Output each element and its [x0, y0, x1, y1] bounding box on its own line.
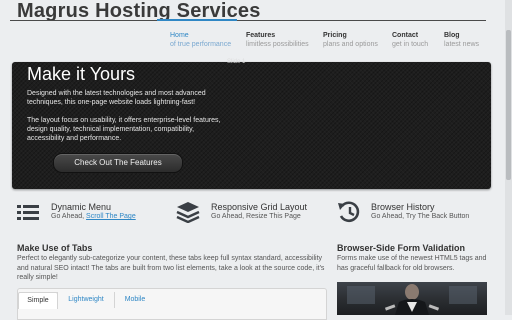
feature-dynamic-menu-prefix: Go Ahead, [51, 213, 87, 220]
hero-paragraph-1: Designed with the latest technologies an… [27, 90, 206, 106]
tab-lightweight[interactable]: Lightweight [57, 292, 114, 308]
feature-browser-history-title: Browser History [371, 202, 435, 212]
nav-home-sub: of true performance [170, 41, 232, 48]
history-clock-icon [337, 200, 361, 224]
tabs-section-text: Perfect to elegantly sub-categorize your… [17, 255, 325, 281]
tab-simple[interactable]: Simple [18, 292, 58, 309]
header-divider [10, 20, 486, 21]
nav-features-sub: limitless possibilities [246, 41, 309, 48]
feature-browser-history-sub: Go Ahead, Try The Back Button [371, 213, 470, 220]
stacked-layers-icon [176, 201, 200, 223]
menu-lines-icon [17, 204, 39, 222]
feature-dynamic-menu-sub: Go Ahead, Scroll The Page [51, 213, 136, 220]
scrollbar-thumb[interactable] [506, 30, 511, 180]
nav-pricing-label: Pricing [323, 32, 347, 39]
scroll-the-page-link[interactable]: Scroll The Page [86, 213, 136, 220]
feature-grid-layout-sub: Go Ahead, Resize This Page [211, 213, 301, 220]
validation-section-text: Forms make use of the newest HTML5 tags … [337, 255, 487, 272]
active-nav-indicator [157, 19, 237, 21]
nav-features-label: Features [246, 32, 276, 39]
nav-item-home[interactable]: Home of true performance [170, 31, 231, 49]
feature-dynamic-menu-title: Dynamic Menu [51, 202, 112, 212]
presenter-photo [337, 282, 487, 315]
nav-contact-label: Contact [392, 32, 419, 39]
tab-mobile[interactable]: Mobile [114, 292, 155, 308]
feature-grid-layout-title: Responsive Grid Layout [211, 202, 308, 212]
nav-pricing-sub: plans and options [323, 41, 378, 48]
nav-item-contact[interactable]: Contact get in touch [392, 31, 428, 49]
check-features-button[interactable]: Check Out The Features [53, 153, 183, 173]
slide-indicator: Slide 1 [227, 59, 246, 65]
hero-title: Make it Yours [27, 64, 136, 84]
validation-section-title: Browser-Side Form Validation [337, 243, 466, 253]
nav-home-label: Home [170, 32, 189, 39]
hero-paragraph-2: The layout focus on usability, it offers… [27, 117, 221, 142]
nav-item-features[interactable]: Features limitless possibilities [246, 31, 309, 49]
nav-item-pricing[interactable]: Pricing plans and options [323, 31, 378, 49]
nav-blog-label: Blog [444, 32, 460, 39]
nav-contact-sub: get in touch [392, 41, 429, 48]
nav-item-blog[interactable]: Blog latest news [444, 31, 479, 49]
tabs-section-title: Make Use of Tabs [17, 243, 93, 253]
nav-blog-sub: latest news [444, 41, 480, 48]
